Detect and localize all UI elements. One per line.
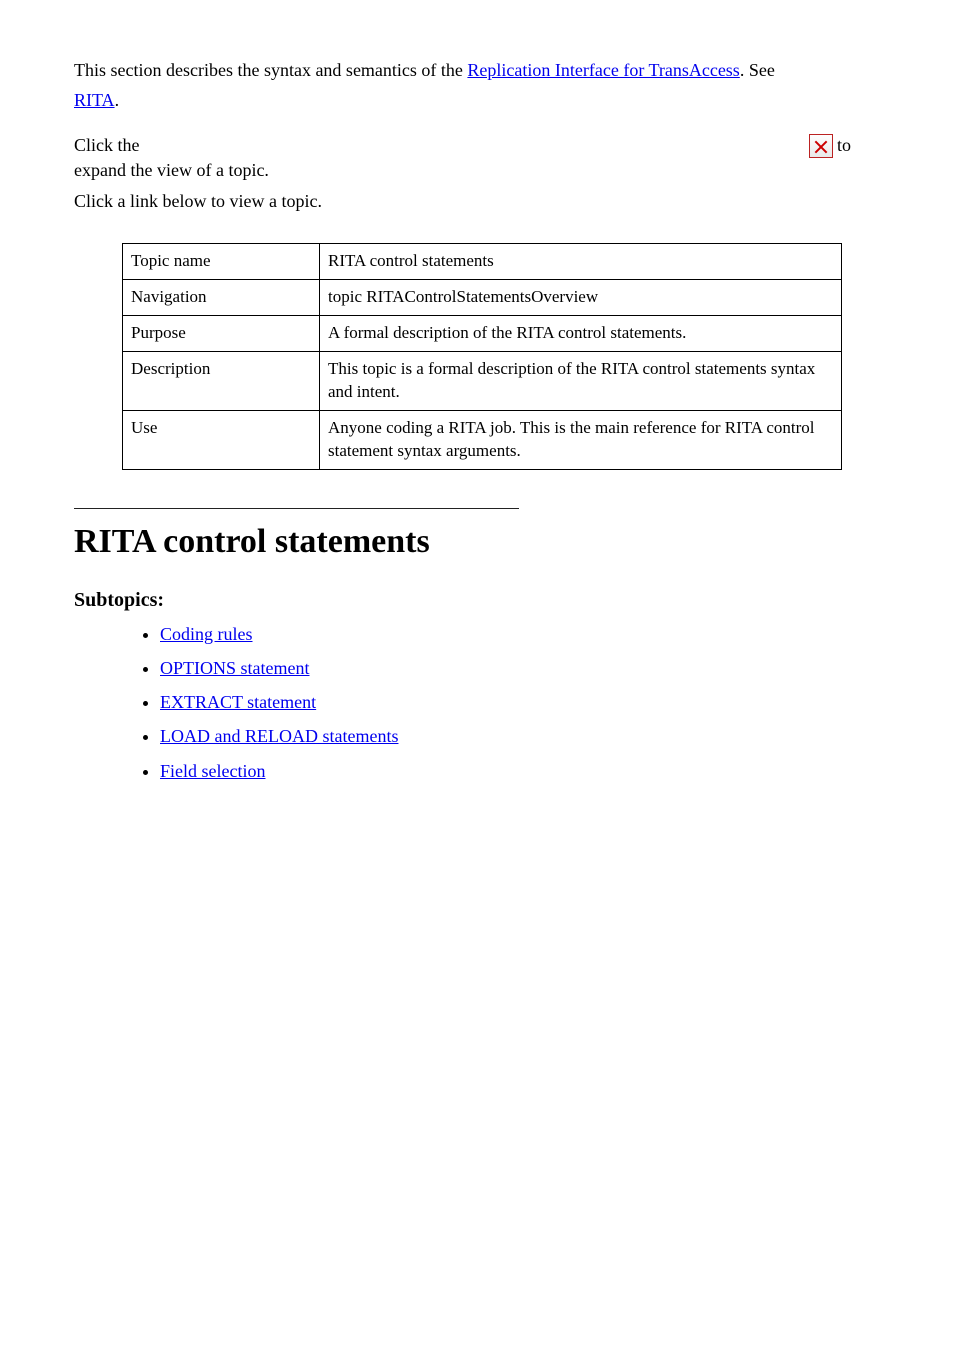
intro-text-suffix2: . [115, 90, 120, 110]
subtopic-link[interactable]: OPTIONS statement [160, 658, 309, 678]
table-row: Purpose A formal description of the RITA… [123, 315, 842, 351]
expand-instruction-line: Click the to expand the view of a topic. [74, 133, 880, 183]
list-item: Coding rules [160, 622, 880, 646]
expand-prefix: Click the [74, 135, 144, 155]
topic-metadata-table: Topic name RITA control statements Navig… [122, 243, 842, 470]
cell-value: topic RITAControlStatementsOverview [320, 280, 842, 316]
list-item: EXTRACT statement [160, 690, 880, 714]
table-row: Navigation topic RITAControlStatementsOv… [123, 280, 842, 316]
intro-text-prefix: This section describes the syntax and se… [74, 60, 467, 80]
page-title: RITA control statements [74, 519, 880, 565]
subtopics-list: Coding rules OPTIONS statement EXTRACT s… [136, 622, 880, 783]
subtopic-link[interactable]: Coding rules [160, 624, 253, 644]
cell-value: RITA control statements [320, 244, 842, 280]
table-row: Description This topic is a formal descr… [123, 351, 842, 410]
cell-key: Use [123, 410, 320, 469]
cell-key: Topic name [123, 244, 320, 280]
subtopic-link[interactable]: LOAD and RELOAD statements [160, 726, 398, 746]
expand-suffix1: to expand the view of a topic. [74, 135, 851, 181]
link-rita-short[interactable]: RITA [74, 90, 115, 110]
subtopic-link[interactable]: Field selection [160, 761, 265, 781]
click-link-instruction: Click a link below to view a topic. [74, 189, 880, 213]
cell-value: This topic is a formal description of th… [320, 351, 842, 410]
cell-key: Navigation [123, 280, 320, 316]
broken-image-icon[interactable] [809, 134, 833, 158]
link-rita-full[interactable]: Replication Interface for TransAccess [467, 60, 739, 80]
cell-value: A formal description of the RITA control… [320, 315, 842, 351]
cell-value: Anyone coding a RITA job. This is the ma… [320, 410, 842, 469]
cell-key: Purpose [123, 315, 320, 351]
subtopics-heading: Subtopics: [74, 587, 880, 614]
intro-text-suffix: . See [740, 60, 775, 80]
table-row: Use Anyone coding a RITA job. This is th… [123, 410, 842, 469]
subtopic-link[interactable]: EXTRACT statement [160, 692, 316, 712]
list-item: LOAD and RELOAD statements [160, 724, 880, 748]
intro-paragraph-line1: This section describes the syntax and se… [74, 58, 880, 82]
cell-key: Description [123, 351, 320, 410]
intro-paragraph-line2: RITA. [74, 88, 880, 112]
list-item: Field selection [160, 759, 880, 783]
section-divider [74, 508, 519, 509]
table-row: Topic name RITA control statements [123, 244, 842, 280]
list-item: OPTIONS statement [160, 656, 880, 680]
